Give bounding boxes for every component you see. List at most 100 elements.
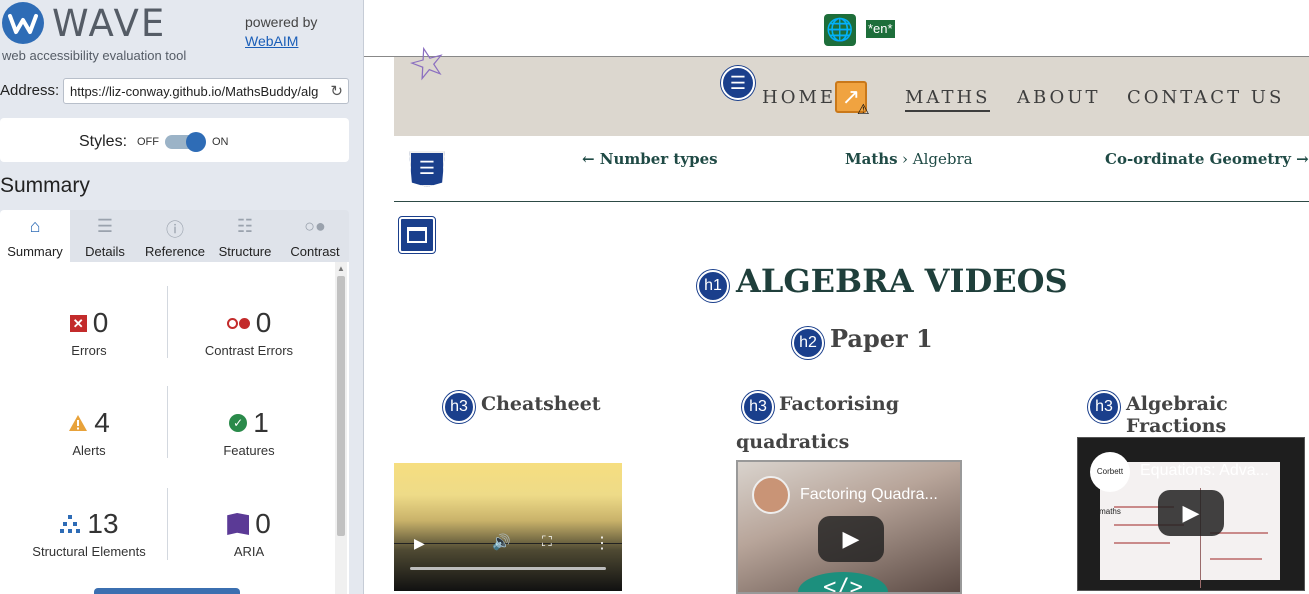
scroll-up-arrow-icon[interactable]: ▲	[337, 264, 345, 273]
home-icon: ⌂	[29, 216, 41, 236]
summary-heading: Summary	[0, 174, 90, 197]
alerts-count: 4	[94, 407, 110, 438]
tab-label: Structure	[218, 244, 272, 259]
features-label: Features	[223, 443, 275, 458]
volume-icon[interactable]: 🔊	[492, 533, 511, 551]
wave-sidebar: WAVE web accessibility evaluation tool p…	[0, 0, 364, 594]
fullscreen-icon[interactable]: ⛶	[542, 533, 552, 550]
structure-icon	[60, 515, 81, 533]
tab-reference[interactable]: ⓘ Reference	[140, 210, 210, 262]
structure-icon: ☷	[236, 216, 254, 236]
heading-algebraic-fractions: Algebraic Fractions	[1126, 393, 1228, 437]
equations-video[interactable]: Corbett maths Equations: Adva... ▶	[1077, 437, 1305, 591]
list-icon: ☰	[96, 216, 114, 236]
h3-badge-icon[interactable]: h3	[443, 391, 475, 423]
section-heading: Paper 1	[830, 324, 933, 353]
styles-on-label: ON	[212, 136, 229, 148]
h3-badge-icon[interactable]: h3	[742, 391, 774, 423]
page-top-bar: 🌐 *en*	[364, 0, 1309, 57]
globe-language-icon[interactable]: 🌐	[824, 14, 856, 46]
summary-scrollbar[interactable]: ▲	[335, 262, 347, 594]
prev-page-link[interactable]: ← Number types	[582, 150, 718, 168]
address-label: Address:	[0, 82, 60, 99]
structural-stat[interactable]: 13 Structural Elements	[9, 508, 169, 559]
video-title[interactable]: Equations: Adva...	[1140, 462, 1300, 480]
next-page-link[interactable]: Co-ordinate Geometry →	[1105, 150, 1309, 168]
breadcrumb-maths[interactable]: Maths	[845, 150, 898, 168]
nav-contact[interactable]: CONTACT US	[1127, 87, 1284, 108]
channel-avatar[interactable]: Corbett maths	[1090, 452, 1130, 516]
video-title[interactable]: Factoring Quadra...	[800, 486, 960, 504]
errors-label: Errors	[71, 343, 107, 358]
wave-list-icon[interactable]: ☰	[721, 66, 755, 100]
aria-icon	[227, 513, 250, 535]
channel-avatar[interactable]	[752, 476, 790, 514]
reload-icon[interactable]: ↻	[330, 82, 343, 100]
tab-summary[interactable]: ⌂ Summary	[0, 210, 70, 262]
tab-label: Summary	[7, 244, 63, 259]
language-badge: *en*	[866, 20, 895, 38]
tab-label: Reference	[145, 244, 205, 259]
nav-home[interactable]: HOME	[762, 87, 836, 108]
styles-toggle-knob[interactable]	[186, 132, 206, 152]
summary-panel: ✕ 0 Errors 0 Contrast Errors 4 Alerts ✓ …	[0, 262, 349, 594]
aria-label: ARIA	[233, 544, 265, 559]
factoring-video[interactable]: Factoring Quadra... ▶ </>	[736, 460, 962, 594]
browser-viewport: WAVE web accessibility evaluation tool p…	[0, 0, 1309, 594]
page-title: ALGEBRA VIDEOS	[736, 262, 1068, 300]
error-icon: ✕	[69, 314, 87, 332]
tab-contrast[interactable]: ○● Contrast	[280, 210, 350, 262]
structural-label: Structural Elements	[32, 544, 146, 559]
breadcrumb-current: › Algebra	[902, 150, 973, 168]
html5-nav-icon[interactable]: ☰	[409, 151, 445, 187]
errors-stat[interactable]: ✕ 0 Errors	[9, 307, 169, 358]
contrast-errors-label: Contrast Errors	[204, 343, 294, 358]
play-button-icon[interactable]: ▶	[1158, 490, 1224, 536]
webaim-link[interactable]: WebAIM	[245, 33, 298, 49]
h3-badge-icon[interactable]: h3	[1088, 391, 1120, 423]
h1-badge-icon[interactable]: h1	[697, 270, 729, 302]
new-window-alert-icon[interactable]: ↗ ⚠	[835, 81, 871, 117]
nav-about[interactable]: ABOUT	[1017, 87, 1101, 108]
wave-logo[interactable]: WAVE web accessibility evaluation tool	[0, 0, 363, 64]
alerts-stat[interactable]: 4 Alerts	[9, 407, 169, 458]
powered-by-text: powered by	[245, 14, 318, 30]
contrast-error-icon	[226, 317, 250, 329]
address-row: Address: https://liz-conway.github.io/Ma…	[0, 78, 363, 106]
contrast-icon: ○●	[304, 216, 326, 236]
alert-icon	[69, 415, 88, 431]
scroll-thumb[interactable]	[337, 276, 345, 536]
nav-maths[interactable]: MATHS	[905, 87, 991, 112]
wave-logo-mark	[2, 2, 44, 44]
play-icon[interactable]: ▶	[414, 535, 425, 552]
h2-badge-icon[interactable]: h2	[792, 327, 824, 359]
structural-count: 13	[87, 508, 119, 539]
features-stat[interactable]: ✓ 1 Features	[169, 407, 329, 458]
heading-cheatsheet: Cheatsheet	[481, 393, 601, 415]
tab-details[interactable]: ☰ Details	[70, 210, 140, 262]
play-button-icon[interactable]: ▶	[818, 516, 884, 562]
contrast-errors-stat[interactable]: 0 Contrast Errors	[169, 307, 329, 358]
breadcrumb-bar	[394, 136, 1309, 202]
address-input[interactable]: https://liz-conway.github.io/MathsBuddy/…	[63, 78, 349, 104]
more-options-icon[interactable]: ⋮	[594, 533, 610, 553]
feature-check-icon: ✓	[229, 414, 248, 432]
tab-structure[interactable]: ☷ Structure	[210, 210, 280, 262]
address-value: https://liz-conway.github.io/MathsBuddy/…	[70, 84, 319, 99]
aria-count: 0	[255, 508, 271, 539]
aria-stat[interactable]: 0 ARIA	[169, 508, 329, 559]
wave-tabs: ⌂ Summary ☰ Details ⓘ Reference ☷ Struct…	[0, 210, 349, 262]
heading-factorising: Factorising	[779, 393, 900, 415]
wave-logo-text: WAVE	[52, 2, 167, 45]
heading-factorising-line2: quadratics	[736, 431, 850, 453]
info-icon: ⓘ	[166, 220, 184, 240]
cheatsheet-video[interactable]: ▶ 🔊 ⛶ ⋮	[394, 463, 622, 591]
view-details-button[interactable]	[94, 588, 240, 594]
video-progress-bar[interactable]	[410, 567, 606, 570]
styles-label: Styles:	[79, 133, 128, 150]
contrast-errors-count: 0	[255, 307, 272, 338]
main-region-icon[interactable]	[398, 216, 436, 254]
code-icon[interactable]: </>	[798, 572, 888, 592]
tab-label: Details	[85, 244, 125, 259]
styles-toggle-panel: Styles: OFF ON	[0, 118, 349, 162]
